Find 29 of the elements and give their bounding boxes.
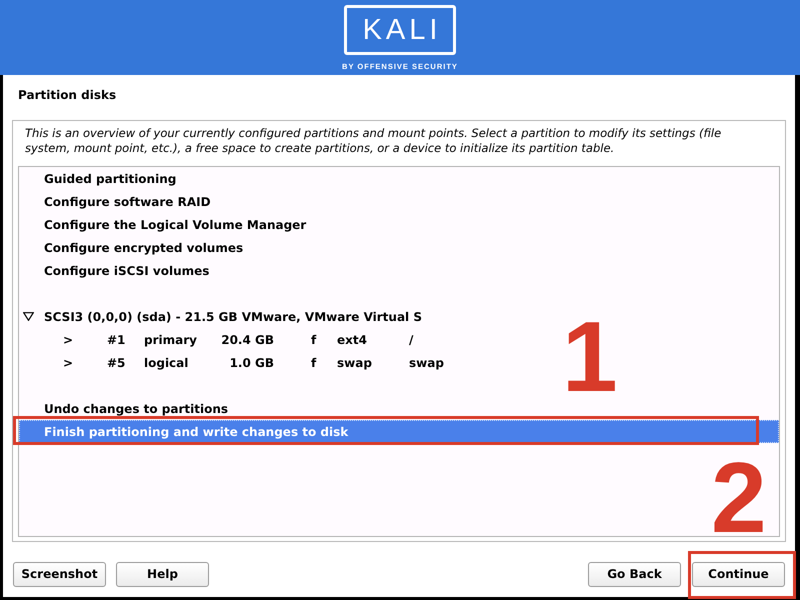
footer-button[interactable]: Go Back xyxy=(588,562,681,586)
partition-marker: > xyxy=(63,332,74,348)
partition-marker: > xyxy=(63,354,74,372)
menu-item[interactable]: Configure the Logical Volume Manager xyxy=(19,213,779,236)
menu-item[interactable]: Configure iSCSI volumes xyxy=(19,259,779,282)
partition-mount-point: / xyxy=(409,332,414,348)
partition-number: #5 xyxy=(107,354,126,372)
footer-button[interactable]: Help xyxy=(116,562,209,586)
page-title: Partition disks xyxy=(18,87,116,103)
menu-item[interactable]: Configure software RAID xyxy=(19,190,779,213)
description-text: This is an overview of your currently configured partitions and mount points. Select a partition to modify its settings (file system, mount point, etc.), a free space to create partitions, or a device to initialize its partition table. xyxy=(25,126,722,156)
partition-size: 1.0 GB xyxy=(228,354,274,372)
footer-button[interactable]: Continue xyxy=(692,562,785,586)
logo-wordmark: KALI xyxy=(344,5,456,55)
partition-size: 20.4 GB xyxy=(220,332,274,348)
format-flag-label: f xyxy=(311,354,318,372)
format-flag-label: f xyxy=(311,332,318,348)
partition-mount-point: swap xyxy=(409,354,444,372)
partition-number: #1 xyxy=(107,332,126,348)
disk-label: SCSI3 (0,0,0) (sda) - 21.5 GB VMware, VMware Virtual S xyxy=(44,308,422,326)
triangle-down-icon[interactable] xyxy=(23,312,34,321)
menu-item[interactable]: Guided partitioning xyxy=(19,167,779,190)
menu-item[interactable]: Configure encrypted volumes xyxy=(19,236,779,259)
partition-filesystem: ext4 xyxy=(337,332,368,348)
footer-button[interactable]: Screenshot xyxy=(13,562,106,586)
callout-number: 2 xyxy=(711,448,767,548)
partition-type: primary xyxy=(144,332,198,348)
partition-type: logical xyxy=(144,354,190,372)
partition-filesystem: swap xyxy=(337,354,373,372)
